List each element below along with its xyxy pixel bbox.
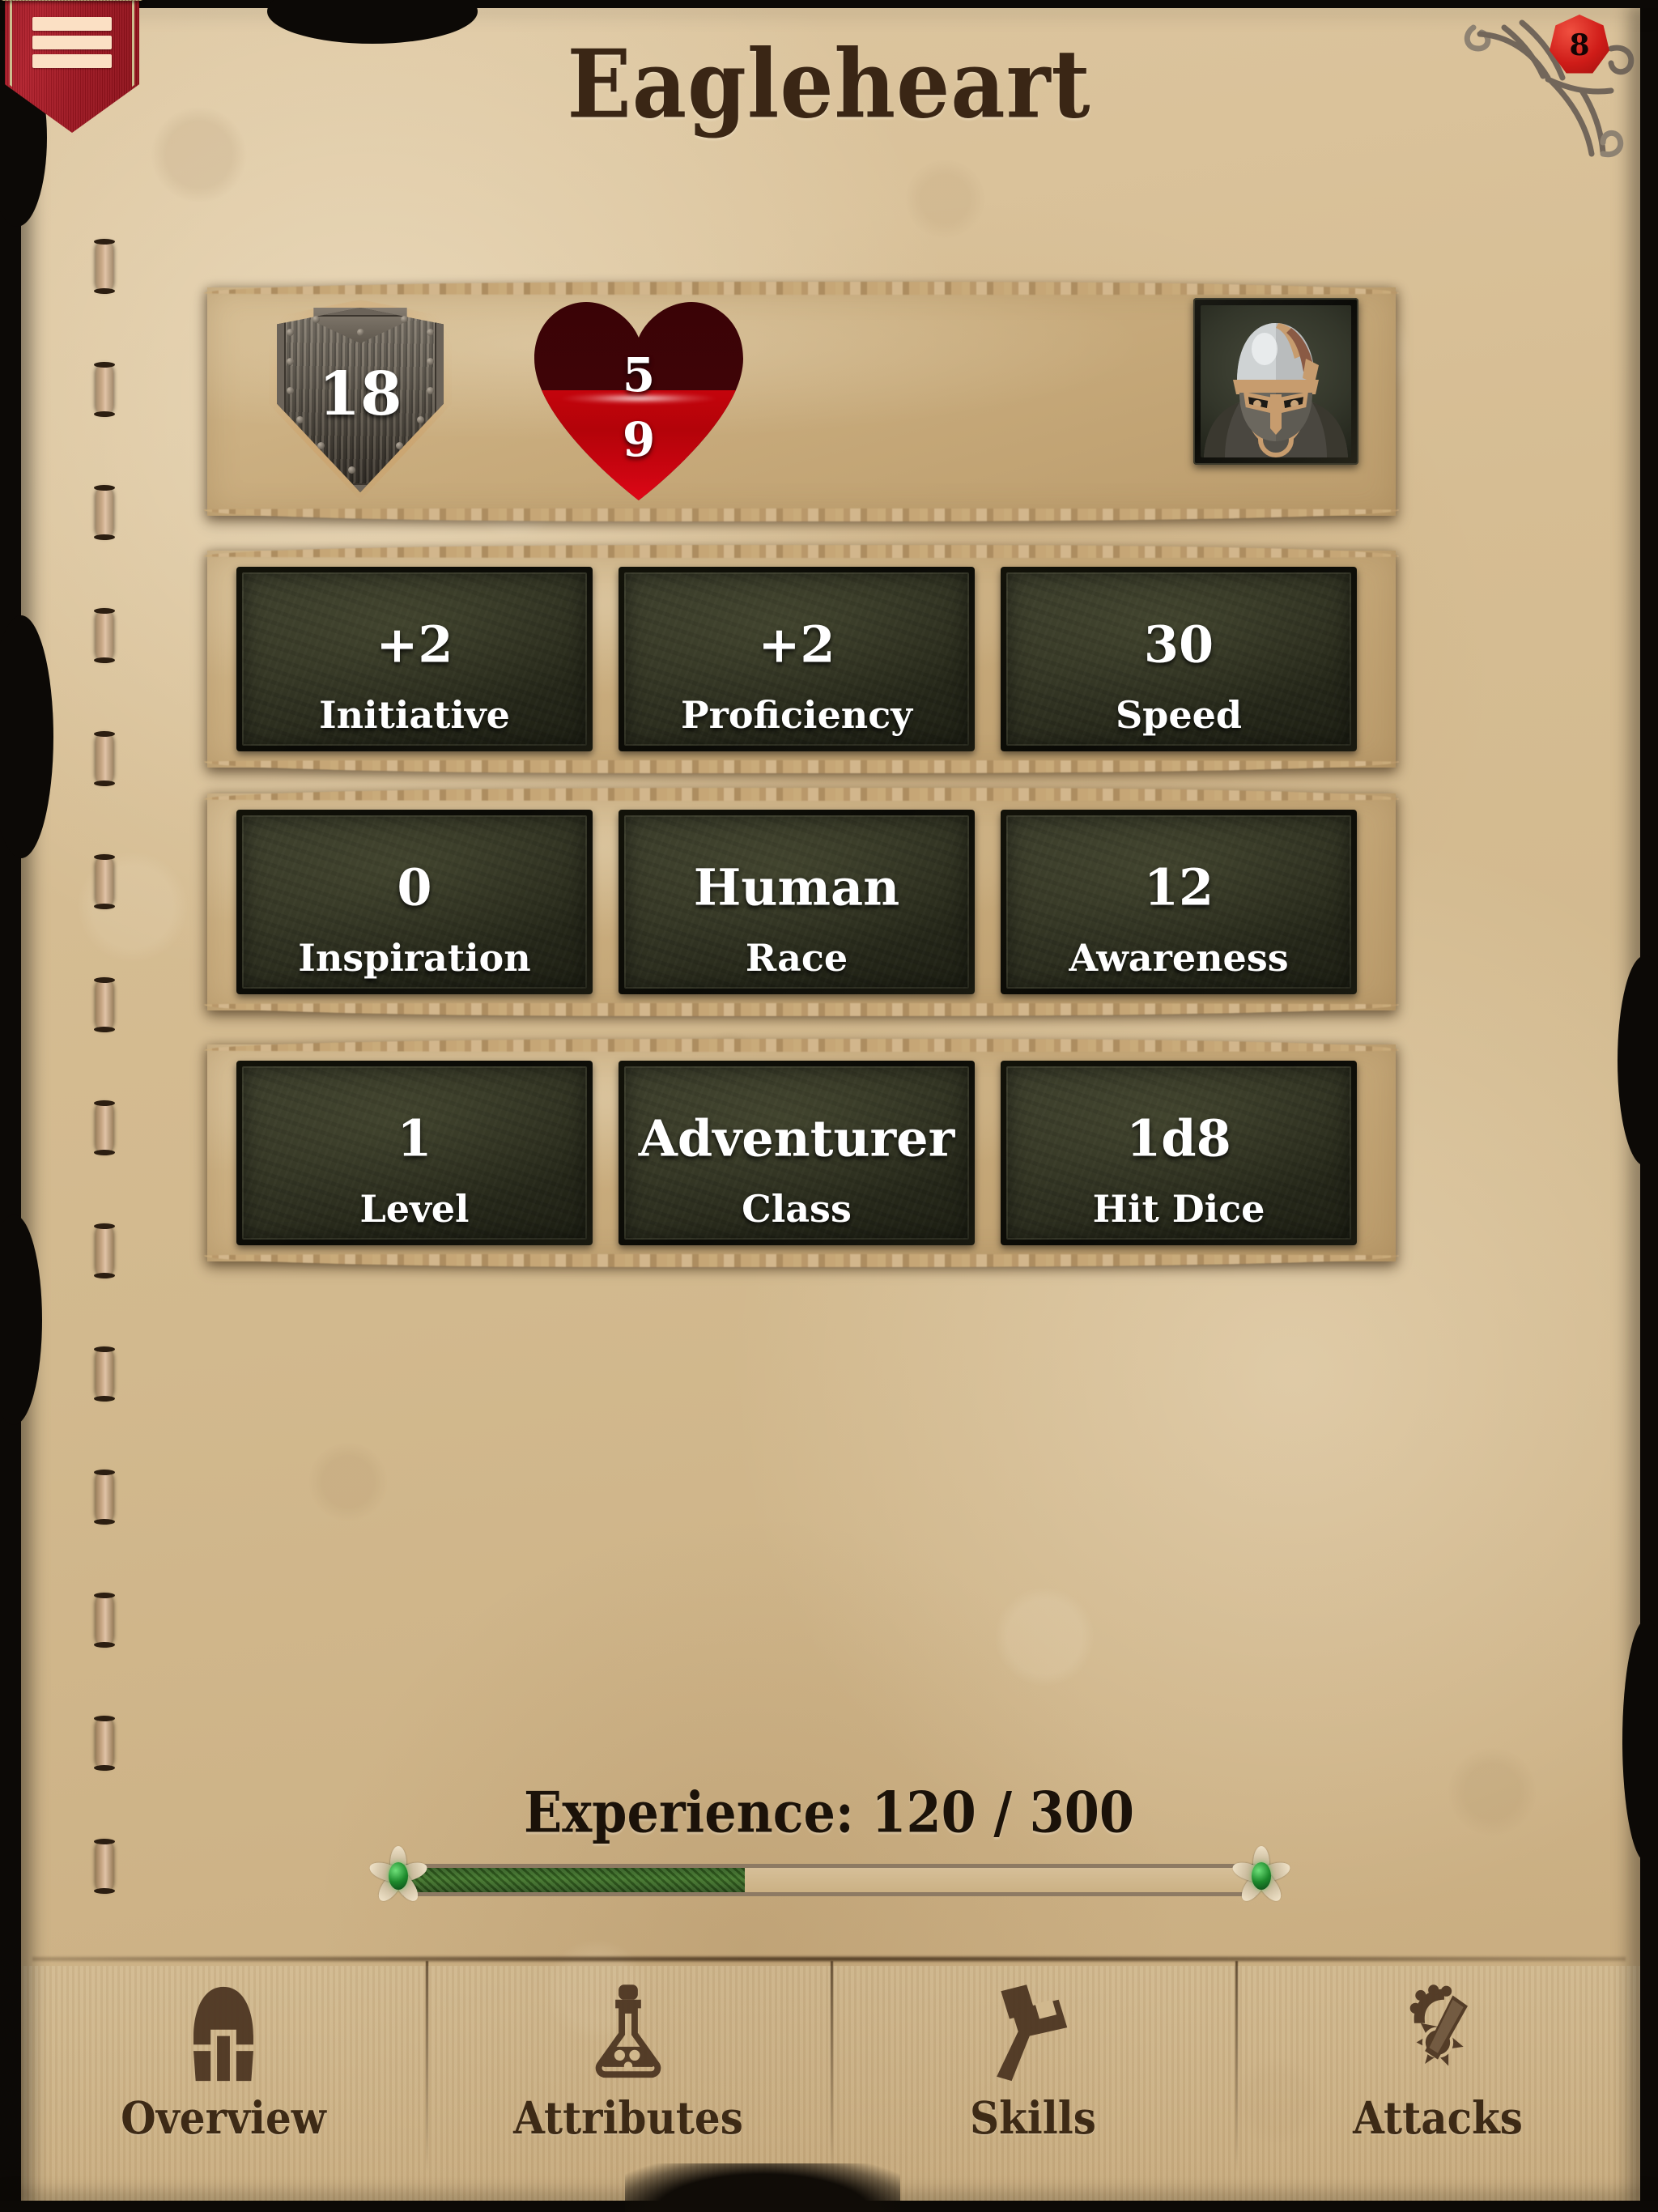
binding-stitch xyxy=(94,1593,115,1648)
scrollwork-ornament-icon xyxy=(1464,19,1635,158)
hit-points-heart[interactable]: 5 9 xyxy=(529,299,748,503)
experience-label: Experience: 120 / 300 xyxy=(523,1779,1135,1846)
stat-tile-proficiency[interactable]: +2 Proficiency xyxy=(619,567,975,751)
stat-label: Initiative xyxy=(319,693,510,737)
gem-icon xyxy=(389,1862,408,1890)
banner-rod xyxy=(2,0,142,1)
potion-flask-icon xyxy=(575,1980,682,2087)
stat-tile-inspiration[interactable]: 0 Inspiration xyxy=(236,810,593,994)
binding-stitch xyxy=(94,1470,115,1525)
stat-value: Human xyxy=(693,857,900,917)
stat-tile-race[interactable]: Human Race xyxy=(619,810,975,994)
stat-label: Hit Dice xyxy=(1092,1187,1265,1231)
stat-tile-class[interactable]: Adventurer Class xyxy=(619,1061,975,1245)
stat-tile-surface[interactable]: 0 Inspiration xyxy=(236,810,593,994)
hamburger-menu-icon xyxy=(32,17,112,31)
stat-label: Race xyxy=(745,936,848,980)
vitals-panel: 18 5 9 xyxy=(207,287,1396,516)
stat-label: Speed xyxy=(1115,693,1243,737)
binding-stitch xyxy=(94,362,115,417)
experience-endcap-left xyxy=(361,1841,436,1911)
stat-tile-speed[interactable]: 30 Speed xyxy=(1001,567,1357,751)
stat-label: Awareness xyxy=(1069,936,1289,980)
character-sheet-page: Eagleheart 8 18 5 9 +2 Initiative +2 Pro… xyxy=(0,0,1658,2212)
nav-divider xyxy=(32,1956,1626,1962)
stat-value: Adventurer xyxy=(638,1108,955,1168)
stat-label: Class xyxy=(742,1187,852,1231)
stat-value: 12 xyxy=(1143,857,1214,917)
dice-roller-button[interactable]: 8 xyxy=(1444,3,1647,165)
page-edge-top xyxy=(0,0,1658,8)
tab-label: Attributes xyxy=(513,2091,743,2144)
binding-stitch xyxy=(94,731,115,786)
binding-stitch xyxy=(94,608,115,663)
stat-tile-surface[interactable]: Human Race xyxy=(619,810,975,994)
hamburger-menu-icon xyxy=(32,54,112,68)
binding-stitch xyxy=(94,1716,115,1771)
stat-label: Level xyxy=(359,1187,470,1231)
flail-mace-icon xyxy=(1384,1980,1491,2087)
binding-stitch xyxy=(94,854,115,909)
binding-stitch xyxy=(94,1839,115,1894)
stat-label: Inspiration xyxy=(298,936,531,980)
hp-current-value: 5 xyxy=(622,347,656,402)
experience-fill xyxy=(403,1868,745,1892)
stat-value: 30 xyxy=(1143,615,1214,674)
stats-panel-row-2: 0 Inspiration Human Race 12 Awareness xyxy=(207,793,1396,1010)
stat-value: 0 xyxy=(397,857,432,917)
tab-label: Attacks xyxy=(1353,2091,1523,2144)
armor-class-value: 18 xyxy=(318,359,402,429)
hammer-icon xyxy=(980,1980,1086,2087)
binding-stitch xyxy=(94,1223,115,1278)
stats-panel-row-1: +2 Initiative +2 Proficiency 30 Speed xyxy=(207,551,1396,768)
stat-value: +2 xyxy=(376,615,453,674)
tab-label: Overview xyxy=(121,2091,326,2144)
stat-value: 1 xyxy=(397,1108,432,1168)
armor-class-shield[interactable]: 18 xyxy=(269,300,452,500)
experience-track xyxy=(403,1864,1256,1896)
stat-tile-surface[interactable]: Adventurer Class xyxy=(619,1061,975,1245)
stat-tile-surface[interactable]: 12 Awareness xyxy=(1001,810,1357,994)
experience-bar[interactable] xyxy=(364,1846,1295,1905)
tab-overview[interactable]: Overview xyxy=(21,1966,426,2201)
page-edge-tear xyxy=(0,615,53,858)
dice-value: 8 xyxy=(1569,28,1590,62)
hamburger-menu-button[interactable] xyxy=(2,0,142,134)
gem-icon xyxy=(1252,1862,1271,1890)
stat-label: Proficiency xyxy=(681,693,912,737)
binding-stitch xyxy=(94,239,115,294)
stat-tile-hit-dice[interactable]: 1d8 Hit Dice xyxy=(1001,1061,1357,1245)
binding-stitch xyxy=(94,1346,115,1402)
binding-stitch xyxy=(94,1100,115,1155)
hp-max-value: 9 xyxy=(622,412,656,467)
binding-stitch xyxy=(94,485,115,540)
tab-label: Skills xyxy=(970,2091,1096,2144)
stat-tile-surface[interactable]: 30 Speed xyxy=(1001,567,1357,751)
page-edge-right xyxy=(1640,0,1658,2212)
binding-stitch xyxy=(94,977,115,1032)
hamburger-menu-icon xyxy=(32,36,112,49)
stat-tile-surface[interactable]: 1 Level xyxy=(236,1061,593,1245)
stat-tile-awareness[interactable]: 12 Awareness xyxy=(1001,810,1357,994)
helmet-icon xyxy=(170,1980,277,2087)
knight-portrait-icon xyxy=(1201,305,1351,457)
character-portrait[interactable] xyxy=(1193,298,1358,465)
page-edge-tear xyxy=(0,1214,42,1425)
page-title: Eagleheart xyxy=(567,28,1091,140)
stat-tile-surface[interactable]: +2 Initiative xyxy=(236,567,593,751)
page-edge-smudge xyxy=(625,2163,901,2212)
stat-tile-level[interactable]: 1 Level xyxy=(236,1061,593,1245)
stat-tile-initiative[interactable]: +2 Initiative xyxy=(236,567,593,751)
stat-value: +2 xyxy=(758,615,835,674)
page-edge-tear xyxy=(1618,955,1658,1166)
stats-panel-row-3: 1 Level Adventurer Class 1d8 Hit Dice xyxy=(207,1044,1396,1261)
stat-tile-surface[interactable]: +2 Proficiency xyxy=(619,567,975,751)
tab-attacks[interactable]: Attacks xyxy=(1235,1966,1640,2201)
experience-endcap-right xyxy=(1224,1841,1299,1911)
page-edge-left xyxy=(0,0,21,2212)
stat-tile-surface[interactable]: 1d8 Hit Dice xyxy=(1001,1061,1357,1245)
stat-value: 1d8 xyxy=(1126,1108,1231,1168)
